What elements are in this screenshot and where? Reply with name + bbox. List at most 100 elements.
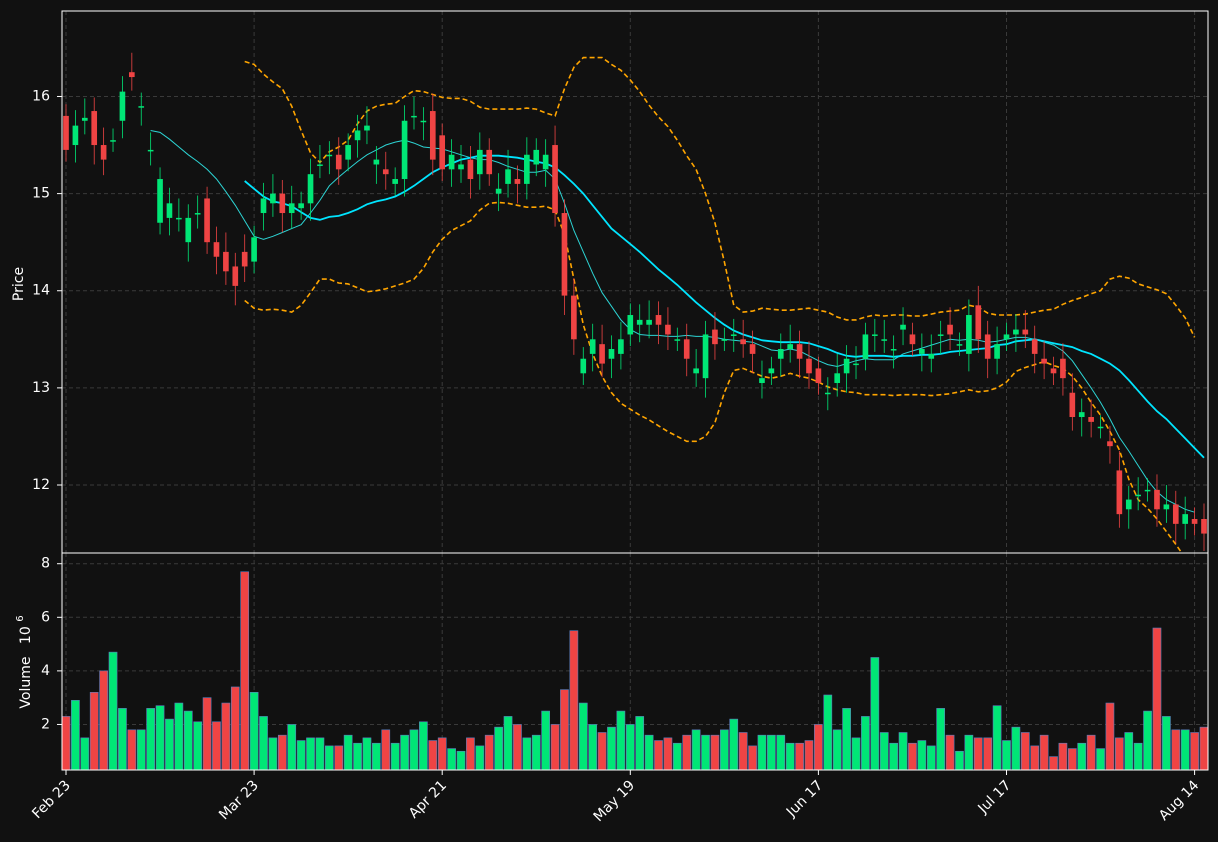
volume-bar: [127, 729, 137, 770]
volume-bar: [550, 724, 560, 770]
volume-bar: [1152, 627, 1162, 770]
volume-bar: [1077, 742, 1087, 770]
candle-up: [420, 120, 427, 123]
volume-axis-exponent-base: 10: [18, 626, 34, 644]
candle-up: [326, 154, 333, 157]
candle-down: [91, 111, 98, 146]
volume-bar: [729, 718, 739, 770]
volume-bar: [569, 630, 579, 770]
candle-up: [580, 358, 587, 374]
volume-bar: [484, 734, 494, 770]
volume-bar: [1049, 756, 1058, 770]
volume-bar: [362, 737, 372, 770]
volume-bar: [814, 724, 823, 770]
candle-down: [1201, 519, 1207, 534]
volume-bar: [306, 737, 315, 770]
volume-bar: [202, 697, 212, 770]
candle-up: [627, 315, 634, 335]
volume-bar: [62, 716, 71, 770]
candle-down: [204, 198, 210, 243]
volume-bar: [795, 742, 804, 770]
volume-bar: [475, 745, 485, 770]
candle-up: [843, 358, 850, 374]
volume-bar: [663, 737, 673, 770]
volume-bar: [531, 734, 541, 770]
volume-bar: [230, 686, 240, 770]
volume-bar: [607, 726, 616, 770]
candle-up: [157, 179, 163, 223]
volume-bar: [1020, 732, 1030, 770]
volume-bar: [118, 708, 127, 770]
candle-down: [909, 334, 916, 345]
volume-bar: [1030, 745, 1040, 770]
volume-bar: [296, 740, 306, 770]
candle-up: [674, 339, 681, 341]
volume-bar: [212, 721, 221, 770]
candle-up: [693, 368, 699, 374]
candle-up: [533, 149, 540, 165]
candle-down: [382, 169, 389, 175]
volume-bar: [437, 737, 447, 770]
volume-bar: [277, 734, 287, 770]
candle-up: [524, 154, 530, 184]
candle-up: [777, 349, 784, 359]
volume-bar: [851, 737, 861, 770]
volume-bar: [785, 742, 795, 770]
candle-up: [1097, 426, 1104, 429]
candle-up: [1013, 329, 1019, 335]
candle-up: [251, 237, 257, 262]
volume-bar: [842, 708, 851, 770]
volume-bar: [419, 721, 428, 770]
candle-up: [317, 164, 323, 166]
candle-up: [373, 159, 380, 165]
volume-tick-label: 8: [41, 556, 50, 572]
volume-bar: [428, 740, 438, 770]
candle-up: [185, 217, 192, 243]
volume-bar: [701, 734, 710, 770]
candle-down: [100, 145, 107, 160]
candle-up: [721, 339, 728, 341]
candle-down: [1191, 519, 1198, 524]
candle-down: [429, 111, 436, 160]
volume-bar: [334, 745, 344, 770]
volume-bar: [578, 702, 588, 770]
candle-up: [966, 315, 972, 354]
volume-bar: [268, 737, 278, 770]
candle-down: [815, 368, 822, 384]
volume-bar: [1133, 742, 1143, 770]
volume-bar: [945, 734, 955, 770]
candle-up: [928, 353, 935, 359]
volume-bar: [221, 702, 231, 770]
price-tick-label: 12: [32, 477, 50, 493]
volume-bar: [898, 732, 908, 770]
volume-bar: [710, 734, 720, 770]
volume-bar: [983, 737, 993, 770]
volume-bar: [1039, 734, 1049, 770]
volume-bar: [767, 734, 776, 770]
candle-up: [138, 106, 145, 108]
volume-bar: [588, 724, 598, 770]
candle-down: [1060, 358, 1066, 379]
volume-bar: [1067, 748, 1077, 770]
volume-axis-label: Volume 10 6: [15, 615, 34, 708]
candle-up: [542, 154, 549, 170]
volume-bar: [174, 702, 184, 770]
volume-bar: [136, 729, 146, 770]
volume-bar: [447, 748, 456, 770]
candle-up: [448, 154, 455, 170]
candle-down: [1031, 339, 1038, 354]
candle-up: [787, 344, 794, 350]
candle-down: [665, 324, 671, 335]
volume-bar: [456, 750, 466, 770]
volume-bar: [936, 708, 946, 770]
candle-up: [505, 169, 511, 184]
volume-bar: [738, 732, 748, 770]
volume-bar: [71, 700, 80, 770]
candle-down: [552, 145, 558, 214]
candle-up: [636, 319, 643, 325]
volume-bar: [1180, 729, 1190, 770]
candle-down: [1022, 329, 1029, 335]
candle-down: [1172, 504, 1179, 524]
candle-down: [683, 339, 690, 359]
volume-bar: [1143, 710, 1152, 770]
